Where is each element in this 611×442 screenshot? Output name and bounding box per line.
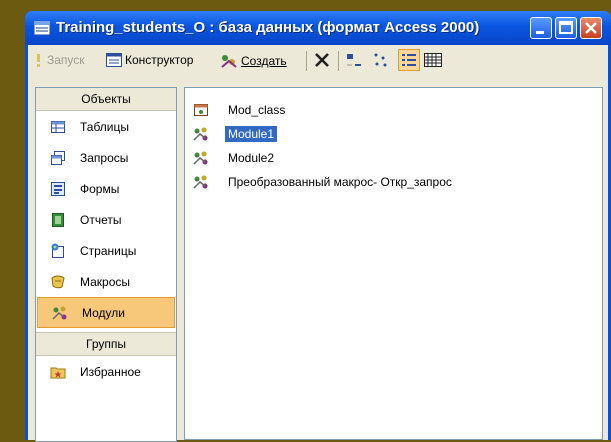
query-icon: [51, 150, 65, 165]
title-bar[interactable]: Training_students_O : база данных (форма…: [25, 11, 611, 45]
minimize-icon: [536, 31, 544, 34]
large-icons-button[interactable]: [346, 52, 362, 68]
large-icons-icon: [347, 54, 361, 66]
class-module-icon: [194, 104, 208, 116]
sidebar-item-queries[interactable]: Запросы: [36, 142, 176, 173]
sidebar-item-tables[interactable]: Таблицы: [36, 111, 176, 142]
toolbar-separator-2: [338, 51, 339, 71]
run-label: Запуск: [47, 53, 85, 67]
objects-header[interactable]: Объекты: [36, 88, 176, 111]
maximize-button[interactable]: [555, 17, 577, 39]
list-item[interactable]: Module2: [193, 149, 277, 167]
details-view-icon: [424, 53, 442, 67]
list-item-label: Mod_class: [228, 103, 286, 117]
sidebar-item-label: Макросы: [80, 274, 131, 289]
sidebar-item-label: Страницы: [80, 243, 137, 258]
design-icon: [106, 53, 122, 67]
sidebar-item-label: Модули: [82, 305, 125, 320]
sidebar-item-reports[interactable]: Отчеты: [36, 204, 176, 235]
sidebar-item-forms[interactable]: Формы: [36, 173, 176, 204]
list-item-label: Преобразованный макрос- Откр_запрос: [228, 175, 452, 189]
page-icon: [51, 243, 64, 258]
module-icon: [52, 306, 67, 320]
close-button[interactable]: [580, 17, 602, 39]
delete-button[interactable]: [314, 52, 330, 68]
list-item[interactable]: Mod_class: [193, 101, 288, 119]
design-button[interactable]: Конструктор: [106, 53, 193, 67]
toolbar-separator: [306, 51, 307, 71]
list-item[interactable]: Module1: [193, 125, 278, 143]
run-icon: [37, 54, 40, 67]
sidebar-item-modules[interactable]: Модули: [37, 297, 175, 328]
small-icons-icon: [374, 53, 387, 67]
design-label: Конструктор: [125, 53, 194, 67]
module-icon: [193, 175, 208, 189]
list-item-label: Module2: [228, 151, 275, 165]
list-item[interactable]: Преобразованный макрос- Откр_запрос: [193, 173, 455, 191]
table-icon: [51, 120, 65, 133]
module-icon: [193, 127, 208, 141]
close-icon: [585, 22, 597, 34]
favorites-folder-icon: [50, 367, 66, 378]
form-icon: [51, 181, 65, 196]
macro-icon: [51, 275, 65, 288]
sidebar-item-label: Формы: [80, 181, 120, 196]
sidebar-item-label: Отчеты: [80, 212, 122, 227]
create-label: Создать: [241, 54, 287, 68]
list-item-label: Module1: [225, 126, 278, 142]
window-title: Training_students_O : база данных (форма…: [56, 19, 480, 36]
window-body: Объекты Таблицы Запросы Формы Отчеты Стр…: [28, 77, 608, 442]
details-view-button[interactable]: [424, 52, 442, 68]
delete-icon: [315, 53, 329, 67]
sidebar-item-pages[interactable]: Страницы: [36, 235, 176, 266]
report-icon: [52, 212, 64, 227]
list-view-icon: [402, 54, 416, 66]
module-list: Mod_class Module1 Module2 Преобразованны…: [184, 87, 603, 440]
sidebar-item-label: Избранное: [80, 364, 141, 379]
sidebar-item-favorites[interactable]: Избранное: [36, 356, 176, 387]
database-window: Training_students_O : база данных (форма…: [25, 11, 611, 442]
create-button[interactable]: Создать: [220, 53, 287, 69]
create-icon: [221, 55, 237, 68]
sidebar-item-label: Запросы: [80, 150, 129, 165]
minimize-button[interactable]: [530, 17, 552, 39]
module-icon: [193, 151, 208, 165]
run-button[interactable]: Запуск: [34, 53, 85, 67]
toolbar: Запуск Конструктор Создать: [28, 45, 608, 78]
list-view-button[interactable]: [398, 49, 420, 71]
sidebar-item-macros[interactable]: Макросы: [36, 266, 176, 297]
small-icons-button[interactable]: [373, 52, 389, 68]
maximize-icon: [559, 21, 573, 34]
objects-bar: Объекты Таблицы Запросы Формы Отчеты Стр…: [35, 87, 177, 442]
groups-header[interactable]: Группы: [36, 332, 176, 356]
sidebar-item-label: Таблицы: [80, 119, 130, 134]
database-app-icon: [34, 21, 50, 35]
